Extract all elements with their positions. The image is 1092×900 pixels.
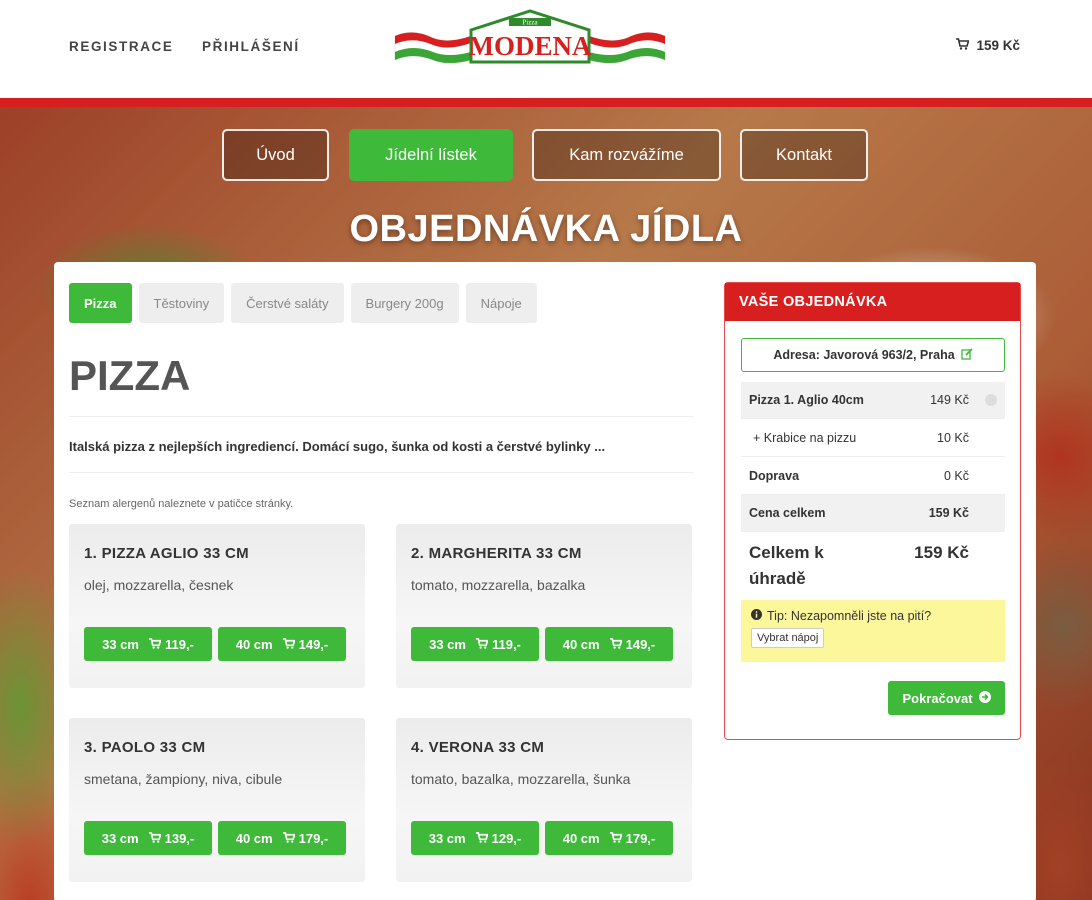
tab-pasta[interactable]: Těstoviny xyxy=(138,283,225,323)
order-item-price: 10 Kč xyxy=(937,431,969,445)
tip-text: Tip: Nezapomněli jste na pití? xyxy=(767,609,932,623)
product-card: 4. VERONA 33 CM tomato, bazalka, mozzare… xyxy=(396,718,692,882)
login-link[interactable]: PŘIHLÁŠENÍ xyxy=(202,39,300,54)
cart-icon xyxy=(148,831,162,846)
product-ingredients: tomato, mozzarella, bazalka xyxy=(411,577,586,593)
main-navigation: Úvod Jídelní lístek Kam rozvážíme Kontak… xyxy=(0,129,1092,181)
price-label: 129,- xyxy=(491,830,522,846)
remove-icon[interactable] xyxy=(985,394,997,406)
price-label: 149,- xyxy=(625,636,656,652)
header-divider xyxy=(0,98,1092,107)
order-item-row: Pizza 1. Aglio 40cm 149 Kč xyxy=(741,382,1005,419)
cart-icon xyxy=(282,831,296,846)
add-size-33-button[interactable]: 33 cm 139,- xyxy=(84,821,212,855)
tab-salads[interactable]: Čerstvé saláty xyxy=(231,283,344,323)
total-label: Celkem k úhradě xyxy=(749,543,824,588)
cart-summary[interactable]: 159 Kč xyxy=(956,38,1020,53)
size-label: 33 cm xyxy=(428,830,466,846)
top-header: REGISTRACE PŘIHLÁŠENÍ Pizza MODENA 159 K… xyxy=(0,0,1092,98)
order-item-row: + Krabice na pizzu 10 Kč xyxy=(741,420,1005,457)
allergen-note: Seznam alergenů naleznete v patičce strá… xyxy=(69,498,294,510)
subtotal-row: Cena celkem 159 Kč xyxy=(741,495,1005,532)
choose-drink-button[interactable]: Vybrat nápoj xyxy=(751,628,825,648)
order-item-label: + Krabice na pizzu xyxy=(753,431,857,445)
category-description: Italská pizza z nejlepších ingrediencí. … xyxy=(69,439,606,454)
delivery-price: 0 Kč xyxy=(943,469,969,483)
nav-menu[interactable]: Jídelní lístek xyxy=(349,129,513,181)
tab-burgers[interactable]: Burgery 200g xyxy=(350,283,459,323)
cart-icon xyxy=(609,831,623,846)
cart-icon xyxy=(282,637,296,652)
price-label: 179,- xyxy=(298,830,329,846)
product-ingredients: smetana, žampiony, niva, cibule xyxy=(84,771,283,787)
product-name: 3. PAOLO 33 CM xyxy=(84,739,206,756)
product-ingredients: olej, mozzarella, česnek xyxy=(84,577,234,593)
price-label: 119,- xyxy=(164,636,194,652)
size-label: 33 cm xyxy=(102,636,139,652)
total-value: 159 Kč xyxy=(914,543,969,562)
add-size-33-button[interactable]: 33 cm 129,- xyxy=(411,821,539,855)
price-label: 139,- xyxy=(164,830,195,846)
delivery-row: Doprava 0 Kč xyxy=(741,458,1005,495)
product-card: 1. PIZZA AGLIO 33 CM olej, mozzarella, č… xyxy=(69,524,365,688)
product-card: 3. PAOLO 33 CM smetana, žampiony, niva, … xyxy=(69,718,365,882)
cart-icon xyxy=(609,637,623,652)
cart-icon xyxy=(956,38,971,53)
edit-icon xyxy=(961,347,973,363)
modena-logo[interactable]: Pizza MODENA xyxy=(393,8,667,66)
register-link[interactable]: REGISTRACE xyxy=(69,39,174,54)
logo-small-text: Pizza xyxy=(522,19,538,27)
continue-button[interactable]: Pokračovat xyxy=(888,681,1005,715)
add-size-40-button[interactable]: 40 cm 149,- xyxy=(545,627,673,661)
order-title: VAŠE OBJEDNÁVKA xyxy=(725,283,1020,321)
divider xyxy=(69,472,694,473)
delivery-label: Doprava xyxy=(749,469,800,483)
add-size-40-button[interactable]: 40 cm 179,- xyxy=(545,821,673,855)
divider xyxy=(69,416,694,417)
category-title: PIZZA xyxy=(69,352,191,399)
size-label: 40 cm xyxy=(562,636,600,652)
tab-pizza[interactable]: Pizza xyxy=(69,283,132,323)
drink-tip: Tip: Nezapomněli jste na pití? Vybrat ná… xyxy=(741,600,1005,662)
add-size-33-button[interactable]: 33 cm 119,- xyxy=(411,627,539,661)
cart-icon xyxy=(476,637,489,652)
continue-label: Pokračovat xyxy=(902,690,973,706)
order-summary: VAŠE OBJEDNÁVKA Adresa: Javorová 963/2, … xyxy=(724,282,1021,740)
tab-drinks[interactable]: Nápoje xyxy=(465,283,537,323)
product-name: 1. PIZZA AGLIO 33 CM xyxy=(84,545,249,562)
total-row: Celkem k úhradě 159 Kč xyxy=(741,540,1005,596)
product-ingredients: tomato, bazalka, mozzarella, šunka xyxy=(411,771,631,787)
address-button[interactable]: Adresa: Javorová 963/2, Praha xyxy=(741,338,1005,372)
info-icon xyxy=(751,609,762,623)
add-size-40-button[interactable]: 40 cm 179,- xyxy=(218,821,346,855)
price-label: 149,- xyxy=(298,636,329,652)
size-label: 33 cm xyxy=(429,636,466,652)
size-label: 40 cm xyxy=(562,830,600,846)
cart-icon xyxy=(475,831,489,846)
cart-icon xyxy=(149,637,162,652)
price-label: 119,- xyxy=(491,636,521,652)
product-name: 2. MARGHERITA 33 CM xyxy=(411,545,582,562)
product-card: 2. MARGHERITA 33 CM tomato, mozzarella, … xyxy=(396,524,692,688)
address-text: Adresa: Javorová 963/2, Praha xyxy=(773,348,955,362)
add-size-40-button[interactable]: 40 cm 149,- xyxy=(218,627,346,661)
arrow-right-circle-icon xyxy=(978,690,991,706)
category-tabs: Pizza Těstoviny Čerstvé saláty Burgery 2… xyxy=(69,283,537,323)
price-label: 179,- xyxy=(625,830,656,846)
order-content-panel: Pizza Těstoviny Čerstvé saláty Burgery 2… xyxy=(54,262,1036,900)
nav-home[interactable]: Úvod xyxy=(222,129,329,181)
nav-delivery-area[interactable]: Kam rozvážíme xyxy=(532,129,721,181)
add-size-33-button[interactable]: 33 cm 119,- xyxy=(84,627,212,661)
size-label: 40 cm xyxy=(235,830,273,846)
size-label: 40 cm xyxy=(235,636,273,652)
product-name: 4. VERONA 33 CM xyxy=(411,739,545,756)
subtotal-price: 159 Kč xyxy=(928,506,969,520)
subtotal-label: Cena celkem xyxy=(749,506,826,520)
cart-total: 159 Kč xyxy=(976,38,1020,53)
order-item-label: Pizza 1. Aglio 40cm xyxy=(749,393,864,407)
page-title: OBJEDNÁVKA JÍDLA xyxy=(349,208,743,250)
logo-text: MODENA xyxy=(469,31,592,61)
nav-contact[interactable]: Kontakt xyxy=(740,129,868,181)
size-label: 33 cm xyxy=(101,830,139,846)
